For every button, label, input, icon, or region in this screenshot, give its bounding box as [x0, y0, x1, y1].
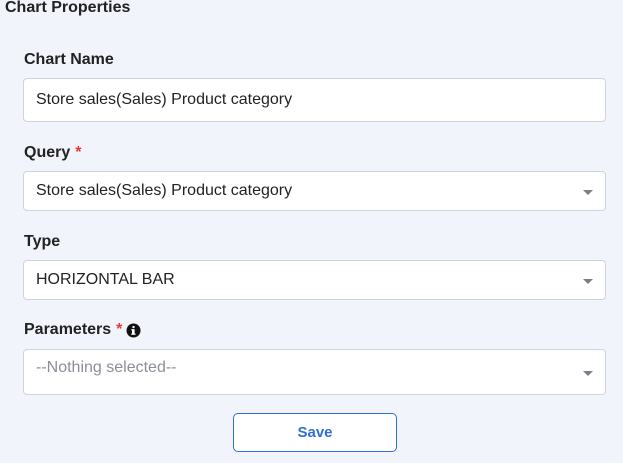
- chart-name-value: Store sales(Sales) Product category: [36, 91, 293, 108]
- query-selected-value: Store sales(Sales) Product category: [36, 182, 293, 199]
- save-button[interactable]: Save: [233, 413, 397, 452]
- query-label: Query *: [24, 143, 81, 163]
- type-label-text: Type: [24, 233, 61, 250]
- parameters-placeholder: --Nothing selected--: [36, 359, 177, 376]
- chevron-down-icon: [583, 189, 593, 195]
- required-indicator: *: [116, 321, 123, 338]
- type-select[interactable]: HORIZONTAL BAR: [23, 260, 606, 300]
- panel-title: Chart Properties: [5, 0, 131, 16]
- chart-name-label-text: Chart Name: [24, 51, 114, 68]
- query-label-text: Query: [24, 144, 71, 161]
- info-icon[interactable]: [126, 322, 141, 338]
- type-selected-value: HORIZONTAL BAR: [36, 271, 175, 288]
- parameters-select[interactable]: --Nothing selected--: [23, 349, 606, 395]
- chevron-down-icon: [583, 370, 593, 376]
- query-select[interactable]: Store sales(Sales) Product category: [23, 171, 606, 211]
- type-label: Type: [24, 232, 60, 252]
- parameters-label-text: Parameters: [24, 321, 112, 338]
- chart-name-input[interactable]: Store sales(Sales) Product category: [23, 78, 606, 122]
- chart-name-label: Chart Name: [24, 50, 114, 70]
- chevron-down-icon: [583, 278, 593, 284]
- required-indicator: *: [75, 144, 82, 161]
- parameters-label: Parameters *: [24, 320, 141, 340]
